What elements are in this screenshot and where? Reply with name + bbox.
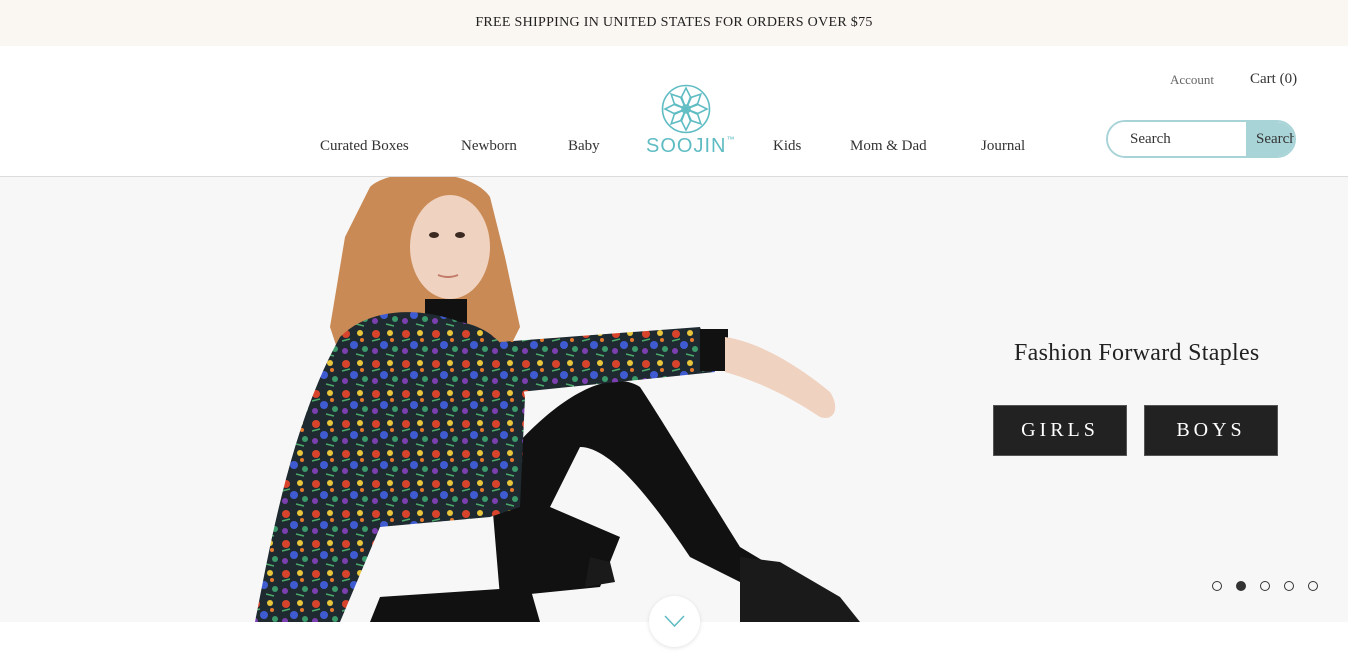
logo-wordmark: SOOJIN™ [646, 135, 734, 158]
chevron-down-icon [664, 615, 685, 628]
nav-curated-boxes[interactable]: Curated Boxes [320, 138, 409, 155]
announcement-text: FREE SHIPPING IN UNITED STATES FOR ORDER… [475, 15, 873, 30]
logo-text: SOOJIN [646, 135, 727, 157]
account-link[interactable]: Account [1170, 72, 1214, 88]
boys-button[interactable]: BOYS [1144, 405, 1278, 456]
search-form: Search [1106, 120, 1296, 158]
nav-kids[interactable]: Kids [773, 138, 801, 155]
flower-logo-icon [661, 84, 711, 134]
slide-dot-4[interactable] [1284, 581, 1294, 591]
announcement-bar: FREE SHIPPING IN UNITED STATES FOR ORDER… [0, 0, 1348, 46]
slide-dot-2[interactable] [1236, 581, 1246, 591]
search-input[interactable] [1108, 122, 1246, 156]
nav-newborn[interactable]: Newborn [461, 138, 517, 155]
logo-trademark: ™ [726, 135, 736, 144]
cart-link[interactable]: Cart (0) [1250, 71, 1297, 88]
scroll-down-button[interactable] [649, 596, 700, 647]
slide-dot-3[interactable] [1260, 581, 1270, 591]
nav-baby[interactable]: Baby [568, 138, 600, 155]
site-header: Account Cart (0) Curated Boxes Newborn B… [0, 46, 1348, 177]
hero-heading: Fashion Forward Staples [1014, 340, 1260, 366]
nav-mom-dad[interactable]: Mom & Dad [850, 138, 927, 155]
hero-image [255, 177, 860, 622]
search-button[interactable]: Search [1246, 122, 1294, 156]
girls-button[interactable]: GIRLS [993, 405, 1127, 456]
hero-slideshow: Fashion Forward Staples GIRLS BOYS [0, 177, 1348, 622]
slide-dot-1[interactable] [1212, 581, 1222, 591]
soojin-logo[interactable]: SOOJIN™ [646, 84, 734, 158]
slide-dot-5[interactable] [1308, 581, 1318, 591]
nav-journal[interactable]: Journal [981, 138, 1025, 155]
